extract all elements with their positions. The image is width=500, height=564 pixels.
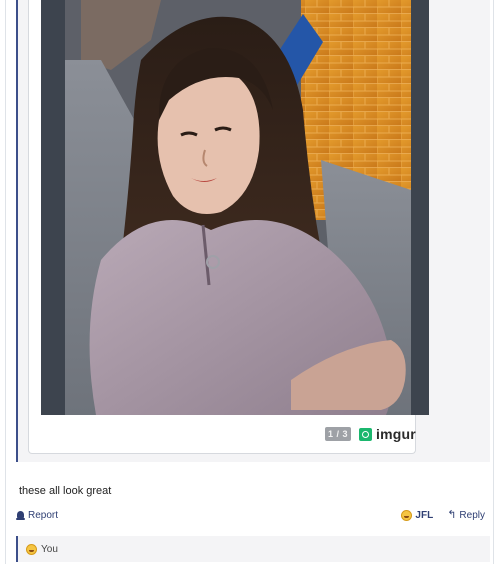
reaction-summary-link[interactable]: JFL [401,510,433,521]
report-label: Report [28,510,59,521]
imgur-logo[interactable]: imgur [359,426,416,442]
post-message: these all look great [19,485,112,497]
report-button[interactable]: Report [16,510,58,521]
laughing-emoji-icon [26,543,37,555]
post-container: 1 / 3 imgur these all look great Report … [5,0,494,564]
quoted-embed: 1 / 3 imgur [16,0,490,462]
post-action-bar: Report JFL ↰ Reply [6,510,495,526]
image-pager-badge: 1 / 3 [325,427,351,441]
bell-icon [16,510,25,521]
imgur-embed-card: 1 / 3 imgur [28,0,429,454]
reactor-name: JFL [415,510,434,521]
selfie-photo [65,0,411,415]
post-actions-right: JFL ↰ Reply [401,510,485,521]
reactions-bar[interactable]: You [16,536,490,562]
reactions-label: You [41,543,58,555]
laughing-emoji-icon [401,510,413,521]
imgur-logo-icon [359,427,372,441]
reply-button[interactable]: ↰ Reply [447,509,485,522]
imgur-wordmark: imgur [376,426,416,442]
reply-label: Reply [459,510,485,521]
imgur-embed-footer: 1 / 3 imgur [29,415,417,454]
reply-arrow-icon: ↰ [447,509,457,521]
imgur-embed-image[interactable] [41,0,429,415]
